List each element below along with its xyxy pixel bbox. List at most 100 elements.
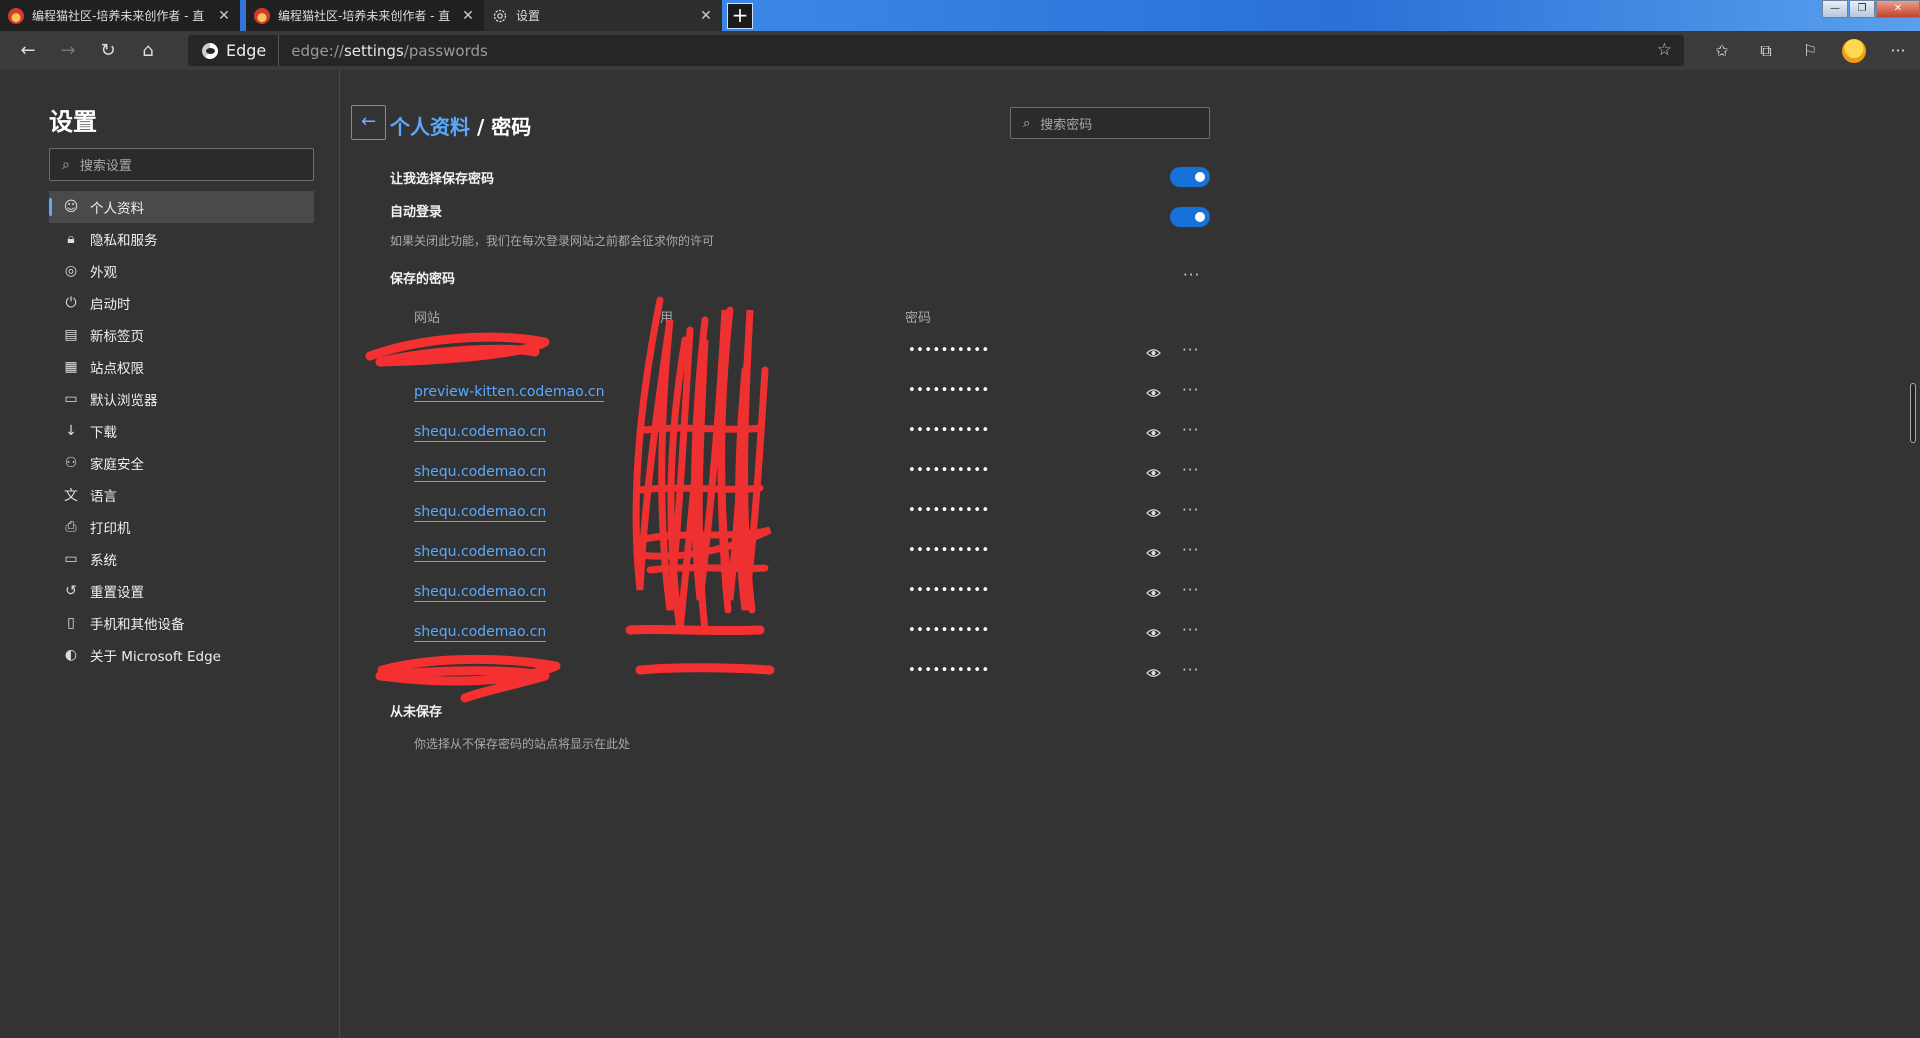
password-row[interactable]: shequ.codemao.cn •••••••••• ··· bbox=[340, 533, 1240, 573]
sidebar-item-newtab[interactable]: ▤ 新标签页 bbox=[49, 319, 314, 351]
sidebar-item-system[interactable]: ▭ 系统 bbox=[49, 543, 314, 575]
password-row-site[interactable]: shequ.codemao.cn bbox=[414, 423, 547, 442]
password-row-site[interactable]: shequ.codemao.cn bbox=[414, 583, 547, 602]
password-search-placeholder: 搜索密码 bbox=[1040, 117, 1093, 133]
tab-settings[interactable]: 设置 ✕ bbox=[484, 0, 722, 31]
password-row-site[interactable]: shequ.codemao.cn bbox=[414, 463, 547, 482]
newtab-icon: ▤ bbox=[64, 327, 78, 343]
show-password-eye-icon[interactable] bbox=[1146, 626, 1161, 640]
password-search-input[interactable]: ⌕ 搜索密码 bbox=[1010, 107, 1210, 139]
back-arrow-icon[interactable]: ← bbox=[8, 35, 48, 67]
password-row-more-button[interactable]: ··· bbox=[1182, 341, 1199, 359]
show-password-eye-icon[interactable] bbox=[1146, 666, 1161, 680]
sidebar-item-printers[interactable]: ⎙ 打印机 bbox=[49, 511, 314, 543]
sidebar-item-about[interactable]: ◐ 关于 Microsoft Edge bbox=[49, 639, 314, 671]
sidebar-item-label: 下载 bbox=[90, 425, 117, 441]
address-bar[interactable]: Edge edge://settings/passwords ☆ bbox=[188, 35, 1684, 66]
show-password-eye-icon[interactable] bbox=[1146, 466, 1161, 480]
avatar-icon bbox=[1842, 38, 1866, 63]
forward-arrow-icon[interactable]: → bbox=[48, 35, 88, 67]
refresh-icon[interactable]: ↻ bbox=[88, 35, 128, 67]
show-password-eye-icon[interactable] bbox=[1146, 546, 1161, 560]
url-text[interactable]: edge://settings/passwords bbox=[279, 42, 488, 60]
reset-icon: ↺ bbox=[65, 583, 77, 599]
password-row-more-button[interactable]: ··· bbox=[1182, 541, 1199, 559]
password-row-site[interactable]: shequ.codemao.cn bbox=[414, 623, 547, 642]
password-row[interactable]: preview-kitten.codemao.cn •••••••••• ··· bbox=[340, 373, 1240, 413]
show-password-eye-icon[interactable] bbox=[1146, 386, 1161, 400]
profile-avatar[interactable] bbox=[1832, 35, 1876, 67]
new-tab-button[interactable]: + bbox=[727, 3, 753, 29]
password-row[interactable]: •••••••••• ··· bbox=[340, 333, 1240, 373]
url-scheme: edge:// bbox=[291, 41, 344, 60]
sidebar-item-family[interactable]: ⚇ 家庭安全 bbox=[49, 447, 314, 479]
home-icon[interactable]: ⌂ bbox=[128, 35, 168, 67]
show-password-eye-icon[interactable] bbox=[1146, 586, 1161, 600]
password-row-more-button[interactable]: ··· bbox=[1182, 421, 1199, 439]
tab-close-icon[interactable]: ✕ bbox=[460, 8, 476, 24]
back-button[interactable]: ← bbox=[351, 105, 386, 140]
password-row-site[interactable]: shequ.codemao.cn bbox=[414, 543, 547, 562]
sidebar-item-downloads[interactable]: ↓ 下载 bbox=[49, 415, 314, 447]
passwords-panel: ← 个人资料 / 密码 ⌕ 搜索密码 让我选择保存密码 自动登录 如果关闭此功能… bbox=[340, 70, 1920, 1038]
password-row-site[interactable]: preview-kitten.codemao.cn bbox=[414, 383, 605, 402]
add-favorite-star-icon[interactable]: ☆ bbox=[1657, 40, 1672, 60]
sidebar-item-default-browser[interactable]: ▭ 默认浏览器 bbox=[49, 383, 314, 415]
sidebar-item-label: 新标签页 bbox=[90, 329, 144, 345]
saved-passwords-more-button[interactable]: ··· bbox=[1183, 266, 1200, 284]
sidebar-item-profile[interactable]: ☺ 个人资料 bbox=[49, 191, 314, 223]
window-close-button[interactable]: ✕ bbox=[1876, 0, 1920, 18]
password-row-site[interactable]: shequ.codemao.cn bbox=[414, 503, 547, 522]
show-password-eye-icon[interactable] bbox=[1146, 426, 1161, 440]
never-saved-heading: 从未保存 bbox=[390, 705, 443, 720]
breadcrumb-profile-link[interactable]: 个人资料 bbox=[390, 115, 470, 139]
sidebar-item-appearance[interactable]: ◎ 外观 bbox=[49, 255, 314, 287]
show-password-eye-icon[interactable] bbox=[1146, 346, 1161, 360]
sidebar-item-reset[interactable]: ↺ 重置设置 bbox=[49, 575, 314, 607]
password-row[interactable]: shequ.codemao.cn •••••••••• ··· bbox=[340, 493, 1240, 533]
password-row[interactable]: shequ.codemao.cn •••••••••• ··· bbox=[340, 413, 1240, 453]
sidebar-item-languages[interactable]: 文语言 bbox=[49, 479, 314, 511]
favorites-icon[interactable]: ✩ bbox=[1700, 35, 1744, 67]
tab-codemao-2[interactable]: 编程猫社区-培养未来创作者 - 直 ✕ bbox=[246, 0, 484, 31]
column-website: 网站 bbox=[414, 311, 441, 326]
sidebar-item-site-permissions[interactable]: ▦ 站点权限 bbox=[49, 351, 314, 383]
sidebar-item-devices[interactable]: ▯ 手机和其他设备 bbox=[49, 607, 314, 639]
password-row-more-button[interactable]: ··· bbox=[1182, 501, 1199, 519]
restore-button[interactable]: ❐ bbox=[1849, 0, 1875, 18]
password-row[interactable]: shequ.codemao.cn •••••••••• ··· bbox=[340, 613, 1240, 653]
sidebar-item-label: 语言 bbox=[90, 489, 117, 505]
sidebar-item-startup[interactable]: ⏻ 启动时 bbox=[49, 287, 314, 319]
phone-icon: ▯ bbox=[67, 615, 75, 631]
sidebar-item-privacy[interactable]: 🔒︎ 隐私和服务 bbox=[49, 223, 314, 255]
minimize-button[interactable]: — bbox=[1822, 0, 1848, 18]
password-row-more-button[interactable]: ··· bbox=[1182, 581, 1199, 599]
toolbar-right-icons: ✩ ⧉ ⚐ ··· bbox=[1700, 31, 1920, 70]
tab-codemao-1[interactable]: 编程猫社区-培养未来创作者 - 直 ✕ bbox=[0, 0, 240, 31]
scrollbar-thumb[interactable] bbox=[1910, 383, 1916, 443]
tab-close-icon[interactable]: ✕ bbox=[216, 8, 232, 24]
password-row-more-button[interactable]: ··· bbox=[1182, 621, 1199, 639]
show-password-eye-icon[interactable] bbox=[1146, 506, 1161, 520]
password-row-more-button[interactable]: ··· bbox=[1182, 381, 1199, 399]
offer-save-toggle[interactable] bbox=[1170, 167, 1210, 187]
password-row[interactable]: shequ.codemao.cn •••••••••• ··· bbox=[340, 573, 1240, 613]
password-row-more-button[interactable]: ··· bbox=[1182, 461, 1199, 479]
password-row-mask: •••••••••• bbox=[908, 383, 990, 398]
sidebar-item-label: 隐私和服务 bbox=[90, 233, 158, 249]
tab-close-icon[interactable]: ✕ bbox=[698, 8, 714, 24]
password-row-more-button[interactable]: ··· bbox=[1182, 661, 1199, 679]
sidebar-item-label: 系统 bbox=[90, 553, 117, 569]
password-row[interactable]: shequ.codemao.cn •••••••••• ··· bbox=[340, 453, 1240, 493]
password-row[interactable]: •••••••••• ··· bbox=[340, 653, 1240, 693]
edge-site-chip[interactable]: Edge bbox=[188, 35, 280, 66]
settings-more-icon[interactable]: ··· bbox=[1876, 35, 1920, 67]
settings-search-input[interactable]: ⌕ 搜索设置 bbox=[49, 148, 314, 181]
breadcrumb-separator: / bbox=[470, 115, 492, 139]
offer-save-label: 让我选择保存密码 bbox=[390, 172, 495, 187]
collections-icon[interactable]: ⧉ bbox=[1744, 35, 1788, 67]
system-icon: ▭ bbox=[64, 551, 78, 567]
sidebar-item-label: 个人资料 bbox=[90, 201, 144, 217]
feedback-icon[interactable]: ⚐ bbox=[1788, 35, 1832, 67]
auto-signin-toggle[interactable] bbox=[1170, 207, 1210, 227]
